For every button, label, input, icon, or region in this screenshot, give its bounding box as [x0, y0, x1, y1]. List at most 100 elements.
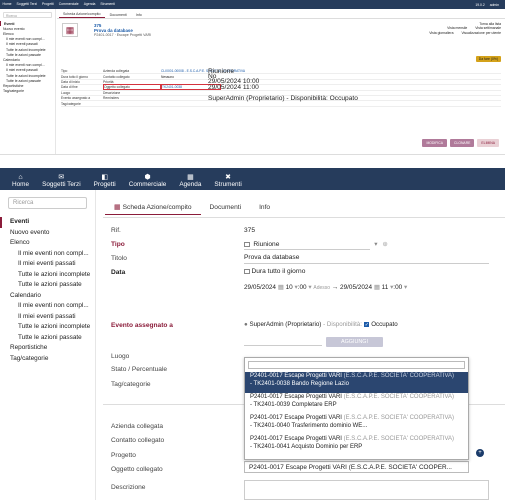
nav-agenda[interactable]: Agenda	[81, 2, 98, 7]
field-label: Azienda collegata	[103, 69, 130, 74]
nav-item[interactable]: ⬢ Commerciale	[125, 174, 171, 190]
tab-documenti[interactable]: Documenti	[106, 12, 131, 18]
start-minute-select[interactable]: 00	[300, 284, 307, 291]
option-task: - TK2401-0041 Acquisto Dominio per ERP	[250, 443, 363, 450]
action-buttons: MODIFICA CLONARE ELIMINA	[422, 139, 499, 147]
oggetto-select[interactable]: P2401-0017 Escape Progetti VARI (E.S.C.A…	[244, 461, 469, 473]
shot2-menu-item[interactable]: Elenco	[0, 238, 95, 249]
detail-row: Tag/categorie	[61, 101, 501, 107]
start-date-input[interactable]: 29/05/2024	[244, 284, 276, 291]
chevron-down-icon[interactable]: ▾	[390, 284, 393, 291]
assign-user-select[interactable]	[244, 345, 322, 346]
end-minute-select[interactable]: 00	[395, 284, 402, 291]
nav-item[interactable]: ◧ Progetti	[90, 174, 120, 190]
help-icon: ⊕	[382, 241, 388, 248]
dropdown-option[interactable]: P2401-0017 Escape Progetti VARI (E.S.C.A…	[245, 372, 468, 393]
nav-progetti[interactable]: Progetti	[40, 2, 57, 7]
user-view-link[interactable]: Visualizzazione per utente	[461, 31, 501, 35]
shot2-menu-item[interactable]: Il mie eventi non compl...	[0, 249, 95, 260]
shot2-menu-item[interactable]: Il mie eventi non compl...	[0, 301, 95, 312]
titolo-input[interactable]: Prova da database	[244, 254, 299, 261]
delete-button[interactable]: ELIMINA	[477, 139, 499, 147]
nav-icon: ◧	[101, 174, 108, 181]
nav-item[interactable]: ⌂ Home	[8, 174, 33, 190]
tipo-select[interactable]: Riunione ▾ ⊕	[244, 240, 388, 248]
field-value: SuperAdmin (Proprietario) - Disponibilit…	[208, 94, 358, 102]
dropdown-option[interactable]: P2401-0017 Escape Progetti VARI (E.S.C.A…	[245, 393, 468, 414]
dropdown-option[interactable]: P2401-0017 Escape Progetti VARI (E.S.C.A…	[245, 414, 468, 435]
allday-checkbox[interactable]	[244, 268, 250, 274]
assigned-label: Evento assegnato a	[111, 322, 173, 329]
chevron-down-icon[interactable]: ▾	[308, 284, 311, 291]
record-header: ▦ 375 Prova da database P2401-0017 · Esc…	[57, 19, 505, 43]
search-input-large[interactable]: Ricerca	[8, 197, 87, 209]
add-button[interactable]: AGGIUNGI	[326, 337, 383, 347]
shot2-menu-item[interactable]: Nuovo evento	[0, 228, 95, 239]
edit-button[interactable]: MODIFICA	[422, 139, 448, 147]
descrizione-textarea[interactable]	[244, 480, 489, 500]
titolo-label: Titolo	[111, 255, 127, 262]
user-menu[interactable]: admin	[490, 3, 499, 7]
azienda-label: Azienda collegata	[111, 423, 164, 430]
nav-commerciale[interactable]: Commerciale	[56, 2, 81, 7]
calendar-icon: ▦	[114, 203, 121, 211]
option-main: P2401-0017 Escape Progetti VARI	[250, 436, 342, 442]
chevron-down-icon[interactable]: ▾	[295, 284, 298, 291]
oggetto-label: Oggetto collegato	[111, 466, 163, 473]
shot2-menu-item[interactable]: Il miei eventi passati	[0, 259, 95, 270]
shot2-menu-item[interactable]: Tutte le azioni passate	[0, 333, 95, 344]
option-task: - TK2401-0038 Bando Regione Lazio	[250, 380, 349, 387]
tab-scheda-large[interactable]: ▦ Scheda Azione/compito	[105, 200, 201, 215]
nav-icon: ✉	[58, 174, 65, 181]
daily-view-link[interactable]: Vista giornaliera	[429, 31, 453, 35]
end-hour-select[interactable]: 11	[382, 284, 389, 291]
search-input[interactable]: Ricerca	[3, 12, 52, 18]
sidebar-large: Ricerca Eventi Nuovo evento Elenco Il mie e…	[0, 190, 96, 500]
shot1-menu-item[interactable]: Tag/categorie	[0, 89, 55, 94]
form-area: ▦ Scheda Azione/compito Documenti Info Ri…	[97, 190, 505, 500]
shot2-menu-item[interactable]: Tag/categorie	[0, 354, 95, 365]
now-link[interactable]: Adesso	[313, 285, 330, 291]
tab-info-large[interactable]: Info	[250, 201, 279, 214]
tipo-underline	[244, 249, 370, 250]
nav-icon: ✖	[225, 174, 232, 181]
nav-home[interactable]: Home	[0, 2, 14, 7]
tipo-checkbox[interactable]	[244, 241, 250, 247]
start-hour-select[interactable]: 10	[286, 284, 293, 291]
top-navbar-large: ⌂ Home ✉ Soggetti Terzi ◧ Progetti ⬢ Commercial…	[0, 168, 505, 190]
calendar-icon[interactable]: ▦	[278, 284, 284, 291]
dropdown-search-input[interactable]	[248, 361, 465, 369]
nav-item[interactable]: ✉ Soggetti Terzi	[38, 174, 85, 190]
allday-toggle[interactable]: Dura tutto il giorno	[244, 268, 305, 275]
option-task: - TK2401-0040 Trasferimento dominio WE..…	[250, 422, 368, 429]
nav-label: Commerciale	[128, 181, 167, 188]
shot2-menu-item[interactable]: Tutte le azioni incomplete	[0, 322, 95, 333]
tab-scheda[interactable]: Scheda Azione/compito	[59, 11, 105, 18]
shot2-menu-item[interactable]: Tutte le azioni passate	[0, 280, 95, 291]
chevron-down-icon[interactable]: ▾	[404, 284, 407, 291]
shot2-menu-item[interactable]: Eventi	[0, 217, 95, 228]
end-date-input[interactable]: 29/05/2024	[340, 284, 372, 291]
dropdown-option[interactable]: P2401-0017 Escape Progetti VARI (E.S.C.A…	[245, 435, 468, 456]
nav-strumenti[interactable]: Strumenti	[98, 2, 118, 7]
shot2-menu-item[interactable]: Tutte le azioni incomplete	[0, 270, 95, 281]
shot2-menu-item[interactable]: Calendario	[0, 291, 95, 302]
nav-item[interactable]: ▦ Agenda	[175, 174, 205, 190]
tab-documenti-large[interactable]: Documenti	[201, 201, 251, 214]
top-navbar: Home Soggetti Terzi Progetti Commerciale…	[0, 0, 505, 9]
occupied-checkbox[interactable]: ✓	[363, 321, 370, 328]
arrow-icon: →	[331, 284, 339, 291]
tipo-label: Tipo	[111, 241, 125, 248]
shot2-menu-item[interactable]: Reportistiche	[0, 343, 95, 354]
shot2-menu-item[interactable]: Il miei eventi passati	[0, 312, 95, 323]
tab-info[interactable]: Info	[132, 12, 146, 18]
nav-soggetti-terzi[interactable]: Soggetti Terzi	[14, 2, 39, 7]
field-label: Descrizione	[103, 90, 121, 95]
add-project-icon[interactable]: +	[476, 449, 484, 457]
calendar-icon[interactable]: ▦	[374, 284, 380, 291]
clone-button[interactable]: CLONARE	[450, 139, 475, 147]
record-project[interactable]: P2401-0017 · Escape Progetti VARI	[94, 33, 151, 37]
calendar-icon: ▦	[62, 23, 78, 37]
nav-item[interactable]: ✖ Strumenti	[210, 174, 245, 190]
chevron-down-icon[interactable]: ▾	[374, 241, 377, 248]
